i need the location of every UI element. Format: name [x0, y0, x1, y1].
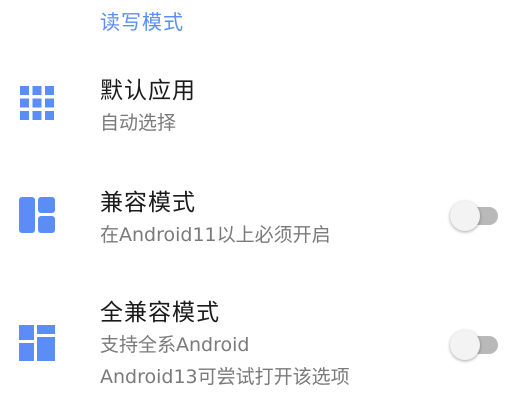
preference-full-compat-mode[interactable]: 全兼容模式 支持全系Android Android13可尝试打开该选项	[0, 294, 523, 411]
preference-title: 兼容模式	[100, 190, 196, 216]
preference-summary: 在Android11以上必须开启	[100, 224, 331, 246]
preference-summary-line2: Android13可尝试打开该选项	[100, 366, 350, 388]
preference-title: 全兼容模式	[100, 300, 220, 326]
section-header: 读写模式	[100, 10, 184, 34]
preference-default-app[interactable]: 默认应用 自动选择	[0, 70, 523, 170]
preference-title: 默认应用	[100, 78, 196, 104]
preference-summary: 支持全系Android	[100, 334, 250, 356]
preference-compat-mode[interactable]: 兼容模式 在Android11以上必须开启	[0, 182, 523, 282]
dashboard-layout-icon	[18, 196, 56, 234]
preference-summary: 自动选择	[100, 112, 177, 134]
switch-thumb	[450, 330, 480, 360]
full-compat-mode-switch[interactable]	[450, 328, 500, 362]
quilt-layout-icon	[18, 324, 56, 362]
switch-thumb	[450, 201, 480, 231]
compat-mode-switch[interactable]	[450, 199, 500, 233]
apps-grid-icon	[18, 84, 56, 122]
